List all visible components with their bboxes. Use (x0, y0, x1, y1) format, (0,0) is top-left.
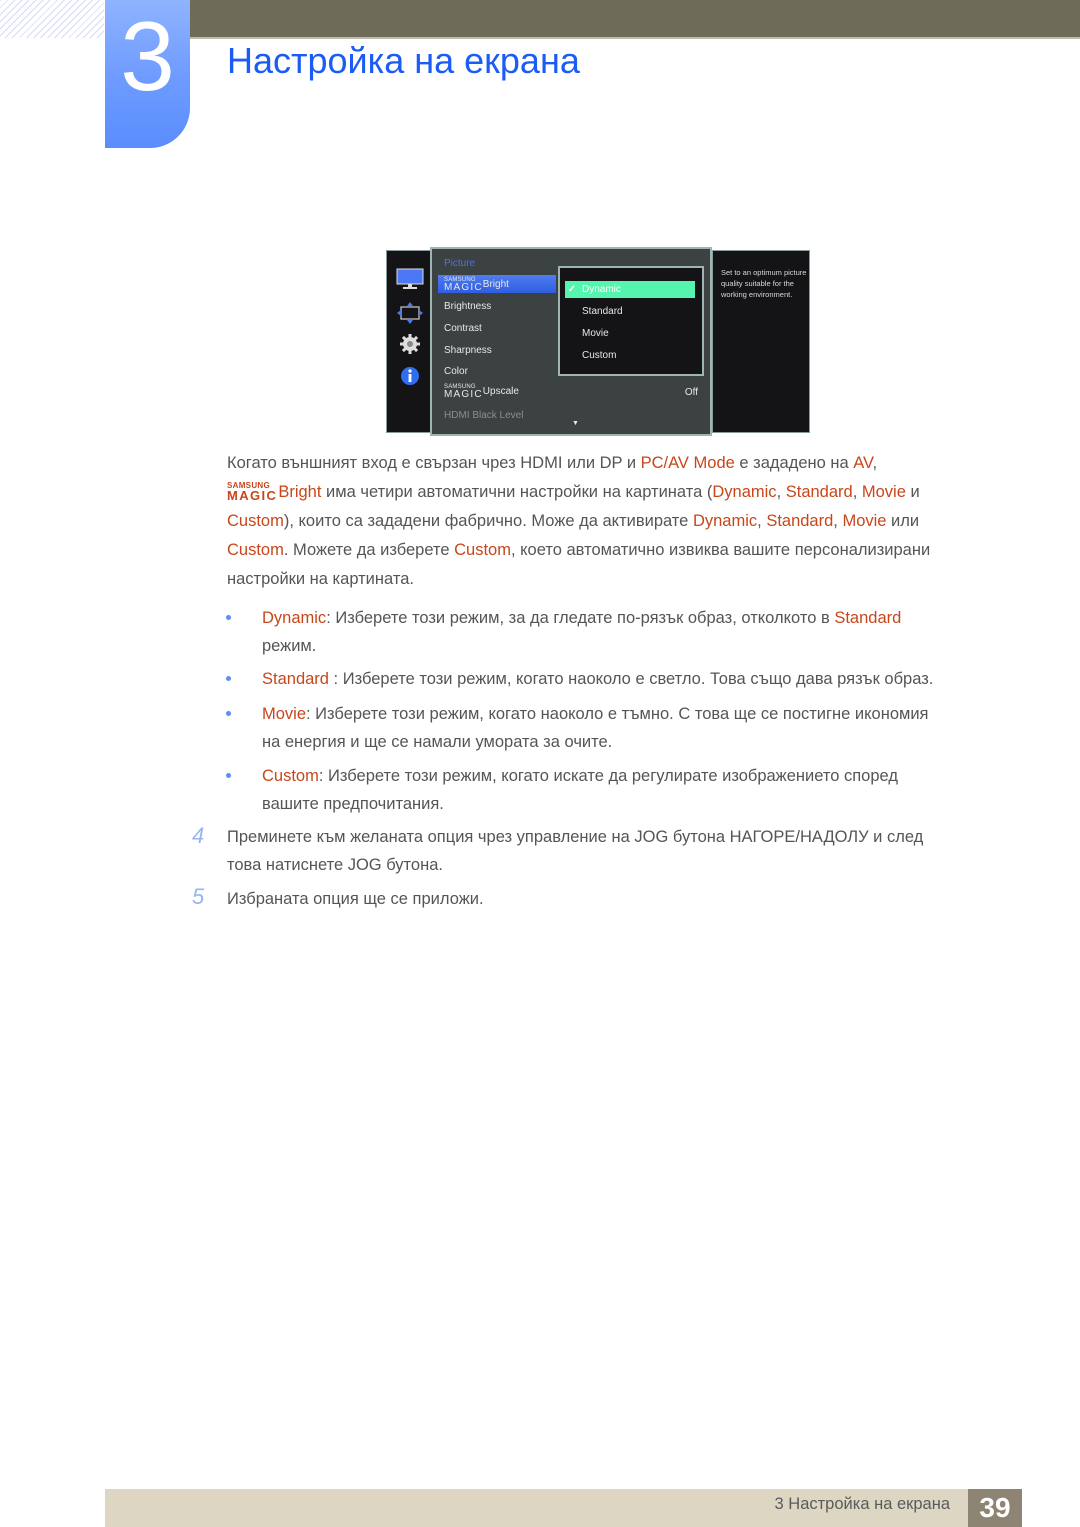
footer-chapter-label: 3 Настройка на екрана (774, 1495, 950, 1513)
step-number-5: 5 (192, 884, 205, 909)
scroll-down-icon[interactable]: ▼ (572, 420, 579, 427)
osd-option-movie[interactable]: Movie (582, 328, 609, 339)
samsung-magic-logo: SAMSUNG MAGIC (444, 277, 483, 293)
osd-item-hdmi-black-level[interactable]: HDMI Black Level (444, 410, 523, 421)
osd-submenu: ✓ Dynamic Standard Movie Custom (558, 266, 704, 376)
osd-help-text: Set to an optimum picture quality suitab… (721, 268, 807, 299)
chapter-badge: 3 (105, 0, 190, 148)
intro-line-1: Когато външният вход е свързан чрез HDMI… (227, 454, 878, 472)
osd-item-contrast[interactable]: Contrast (444, 323, 482, 334)
av-term: AV (853, 454, 873, 472)
decorative-hatch (0, 0, 104, 38)
intro-paragraph: Когато външният вход е свързан чрез HDMI… (227, 449, 1017, 594)
osd-upscale-value: Off (684, 387, 698, 398)
chapter-number: 3 (120, 1, 175, 111)
osd-item-sharpness[interactable]: Sharpness (444, 345, 492, 356)
osd-option-dynamic[interactable]: ✓ Dynamic (565, 281, 695, 298)
bullet-dot (226, 773, 231, 778)
resize-icon (397, 302, 423, 324)
chapter-title: Настройка на екрана (227, 40, 580, 81)
osd-screenshot: Picture SAMSUNG MAGIC Bright Brightness Co… (386, 247, 810, 436)
pc-av-mode-term: PC/AV Mode (640, 454, 735, 472)
intro-line-3: Custom), които са зададени фабрично. Мож… (227, 512, 920, 530)
osd-picture-menu: Picture SAMSUNG MAGIC Bright Brightness Co… (430, 247, 712, 436)
osd-item-magic-upscale[interactable]: SAMSUNG MAGIC Upscale (444, 384, 519, 400)
info-icon (401, 367, 419, 385)
header-bar (190, 0, 1080, 39)
osd-item-brightness[interactable]: Brightness (444, 301, 491, 312)
page-number: 39 (968, 1489, 1022, 1527)
gear-icon (400, 334, 420, 354)
intro-line-4: Custom. Можете да изберете Custom, което… (227, 541, 931, 559)
osd-help-panel: Set to an optimum picture quality suitab… (712, 250, 810, 433)
osd-item-magic-bright[interactable]: SAMSUNG MAGIC Bright (438, 275, 556, 293)
intro-line-5: настройки на картината. (227, 570, 414, 588)
intro-line-2: SAMSUNG MAGIC Bright има четири автоматичн… (227, 481, 920, 503)
samsung-magic-logo: SAMSUNG MAGIC (444, 384, 483, 400)
step-number-4: 4 (192, 823, 205, 848)
osd-item-color[interactable]: Color (444, 366, 468, 377)
osd-sidebar (386, 250, 434, 433)
bullet-dot (226, 676, 231, 681)
bullet-dot (226, 615, 231, 620)
bright-term: Bright (278, 483, 322, 501)
step-4-text: Преминете към желаната опция чрез управл… (227, 828, 924, 874)
monitor-icon (396, 268, 424, 289)
osd-menu-title: Picture (444, 258, 476, 269)
osd-option-custom[interactable]: Custom (582, 350, 616, 361)
check-icon: ✓ (567, 284, 577, 295)
osd-option-standard[interactable]: Standard (582, 306, 623, 317)
bullet-dot (226, 711, 231, 716)
samsung-magic-logo: SAMSUNG MAGIC (227, 481, 278, 503)
step-5-text: Избраната опция ще се приложи. (227, 890, 484, 908)
